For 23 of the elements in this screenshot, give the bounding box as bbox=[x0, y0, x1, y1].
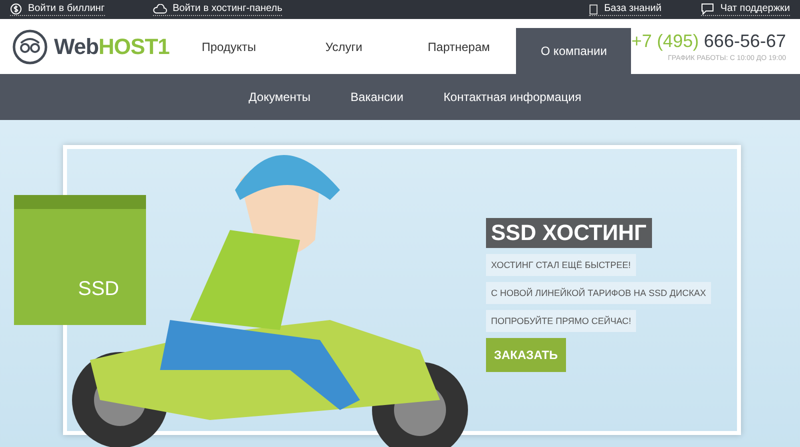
sub-nav-link[interactable]: Документы bbox=[248, 90, 311, 104]
nav-tab[interactable]: Продукты bbox=[171, 19, 286, 74]
logo-icon bbox=[12, 28, 48, 64]
nav-tab[interactable]: О компании bbox=[516, 28, 632, 74]
top-link[interactable]: База знаний bbox=[589, 3, 662, 16]
top-link[interactable]: Войти в хостинг-панель bbox=[152, 3, 282, 16]
box-label: SSD bbox=[78, 278, 120, 300]
book-icon bbox=[589, 4, 598, 14]
banner-title: SSD ХОСТИНГ bbox=[486, 218, 652, 248]
cloud-icon bbox=[152, 4, 167, 14]
logo-text: WebHOST1 bbox=[54, 34, 170, 60]
top-link[interactable]: Чат поддержки bbox=[701, 3, 790, 16]
chat-icon bbox=[701, 3, 714, 15]
banner-tagline: ПОПРОБУЙТЕ ПРЯМО СЕЙЧАС! bbox=[486, 310, 636, 332]
banner-tagline: ХОСТИНГ СТАЛ ЕЩЁ БЫСТРЕЕ! bbox=[486, 254, 636, 276]
sub-nav-link[interactable]: Контактная информация bbox=[443, 90, 582, 104]
banner-tagline: С НОВОЙ ЛИНЕЙКОЙ ТАРИФОВ НА SSD ДИСКАХ bbox=[486, 282, 711, 304]
sub-nav-link[interactable]: Вакансии bbox=[350, 90, 404, 104]
phone-number: +7 (495) 666-56-67 bbox=[631, 31, 786, 52]
top-link[interactable]: Войти в биллинг bbox=[10, 3, 105, 16]
dollar-icon bbox=[10, 3, 22, 15]
nav-tab[interactable]: Партнерам bbox=[401, 19, 516, 74]
nav-tab[interactable]: Услуги bbox=[286, 19, 402, 74]
